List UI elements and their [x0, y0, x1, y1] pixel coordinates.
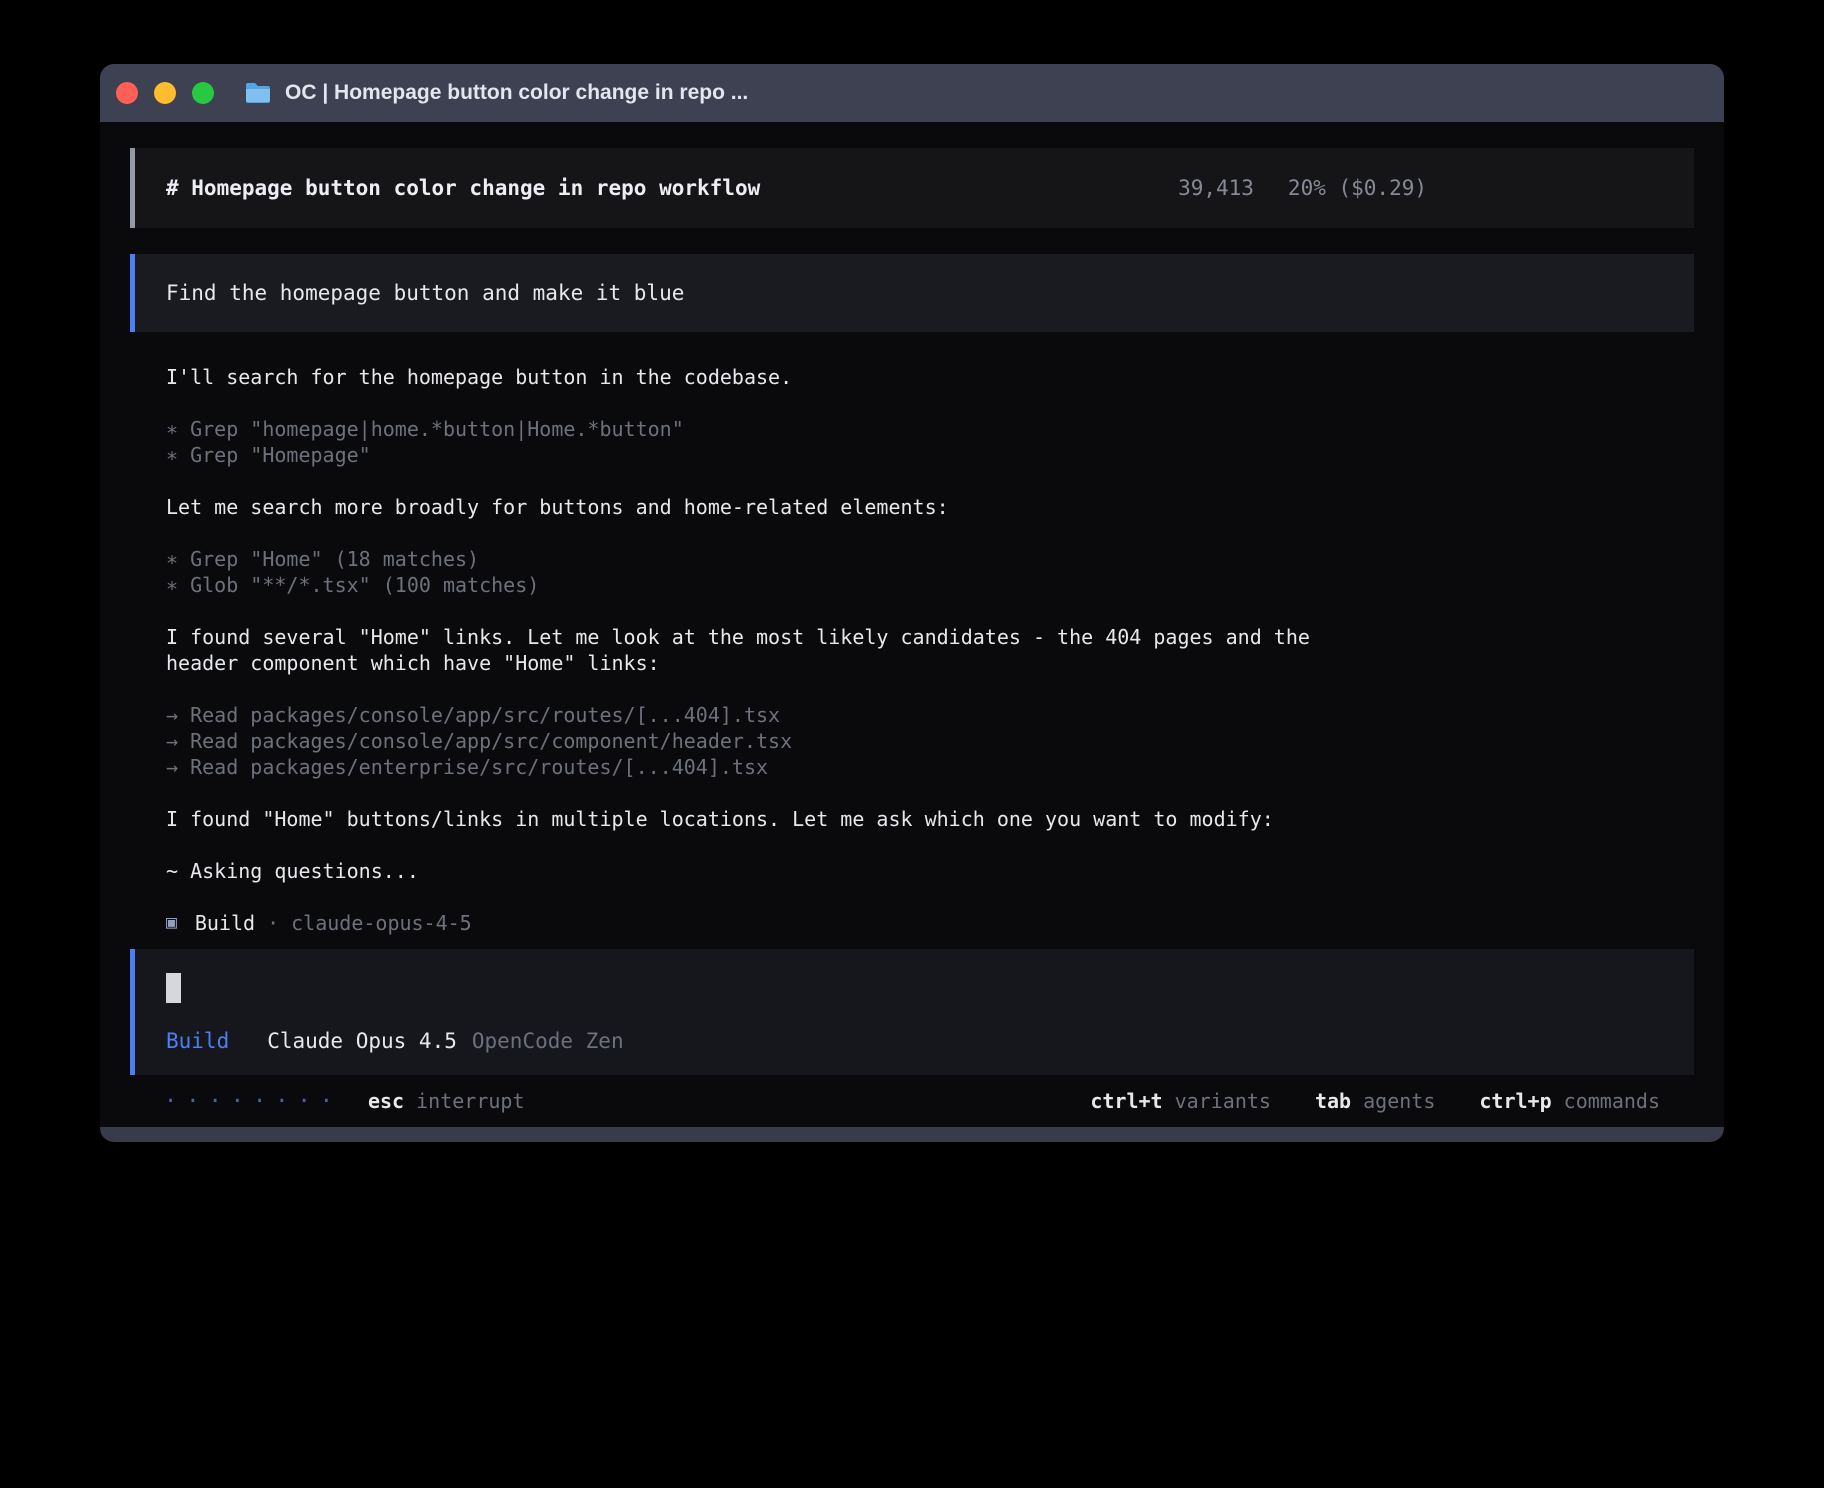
tool-call-line: ∗ Grep "Home" (18 matches): [166, 546, 1694, 572]
tool-call-line: → Read packages/console/app/src/componen…: [166, 728, 1694, 754]
session-header: # Homepage button color change in repo w…: [130, 148, 1694, 228]
tool-call-line: ∗ Glob "**/*.tsx" (100 matches): [166, 572, 1694, 598]
context-cost: 20% ($0.29): [1288, 176, 1427, 200]
window-bottom-frame: [100, 1127, 1724, 1142]
folder-icon: [244, 82, 272, 104]
assistant-message: Let me search more broadly for buttons a…: [166, 494, 1366, 520]
tool-call-group: ∗ Grep "Home" (18 matches) ∗ Glob "**/*.…: [166, 546, 1694, 598]
title-bar: OC | Homepage button color change in rep…: [100, 64, 1724, 122]
assistant-transcript: I'll search for the homepage button in t…: [130, 364, 1694, 936]
zoom-button[interactable]: [192, 82, 214, 104]
agent-name: Build: [195, 910, 255, 936]
tool-call-line: ∗ Grep "Homepage": [166, 442, 1694, 468]
status-separator: ·: [267, 910, 279, 936]
shortcut-label: variants: [1175, 1089, 1271, 1113]
shortcut-key: ctrl+t: [1090, 1089, 1162, 1113]
shortcut-commands: ctrl+p commands: [1479, 1089, 1660, 1113]
user-message: Find the homepage button and make it blu…: [130, 254, 1694, 332]
working-spinner-icon: ········: [164, 1089, 342, 1114]
shortcut-variants: ctrl+t variants: [1090, 1089, 1271, 1113]
tool-call-line: → Read packages/console/app/src/routes/[…: [166, 702, 1694, 728]
agent-status-row: ▣ Build · claude-opus-4-5: [166, 910, 1694, 936]
mode-badge[interactable]: Build: [166, 1029, 229, 1053]
window-title: OC | Homepage button color change in rep…: [285, 81, 748, 105]
model-name: Claude Opus 4.5: [267, 1029, 457, 1053]
assistant-message: I'll search for the homepage button in t…: [166, 364, 1366, 390]
tool-call-line: ∗ Grep "homepage|home.*button|Home.*butt…: [166, 416, 1694, 442]
provider-name: OpenCode Zen: [472, 1029, 624, 1053]
bottom-stack: Build Claude Opus 4.5 OpenCode Zen ·····…: [130, 949, 1694, 1127]
prompt-input[interactable]: Build Claude Opus 4.5 OpenCode Zen: [130, 949, 1694, 1075]
status-bar: ········ esc interrupt ctrl+t variants t…: [130, 1075, 1694, 1127]
assistant-message: I found "Home" buttons/links in multiple…: [166, 806, 1366, 832]
user-message-text: Find the homepage button and make it blu…: [166, 281, 684, 305]
shortcut-label: commands: [1564, 1089, 1660, 1113]
terminal-window: OC | Homepage button color change in rep…: [100, 64, 1724, 1142]
tool-call-group: ∗ Grep "homepage|home.*button|Home.*butt…: [166, 416, 1694, 468]
shortcut-key: ctrl+p: [1479, 1089, 1551, 1113]
tool-call-group: → Read packages/console/app/src/routes/[…: [166, 702, 1694, 780]
text-cursor: [166, 973, 181, 1003]
input-meta-row: Build Claude Opus 4.5 OpenCode Zen: [166, 1029, 1663, 1053]
minimize-button[interactable]: [154, 82, 176, 104]
shortcut-key: tab: [1315, 1089, 1351, 1113]
traffic-lights: [116, 82, 214, 104]
window-title-group: OC | Homepage button color change in rep…: [244, 81, 748, 105]
shortcut-agents: tab agents: [1315, 1089, 1435, 1113]
agent-square-icon: ▣: [166, 910, 177, 936]
assistant-message: I found several "Home" links. Let me loo…: [166, 624, 1366, 676]
session-title: # Homepage button color change in repo w…: [166, 176, 760, 200]
session-stats: 39,413 20% ($0.29): [1178, 176, 1427, 200]
agent-model: claude-opus-4-5: [291, 910, 472, 936]
shortcut-interrupt: esc interrupt: [368, 1089, 525, 1113]
token-count: 39,413: [1178, 176, 1254, 200]
tool-call-line: → Read packages/enterprise/src/routes/[.…: [166, 754, 1694, 780]
assistant-status-message: ~ Asking questions...: [166, 858, 1366, 884]
shortcut-label: interrupt: [416, 1089, 524, 1113]
status-bar-right: ctrl+t variants tab agents ctrl+p comman…: [1090, 1089, 1660, 1113]
shortcut-key: esc: [368, 1089, 404, 1113]
terminal-content: # Homepage button color change in repo w…: [100, 122, 1724, 1127]
shortcut-label: agents: [1363, 1089, 1435, 1113]
close-button[interactable]: [116, 82, 138, 104]
